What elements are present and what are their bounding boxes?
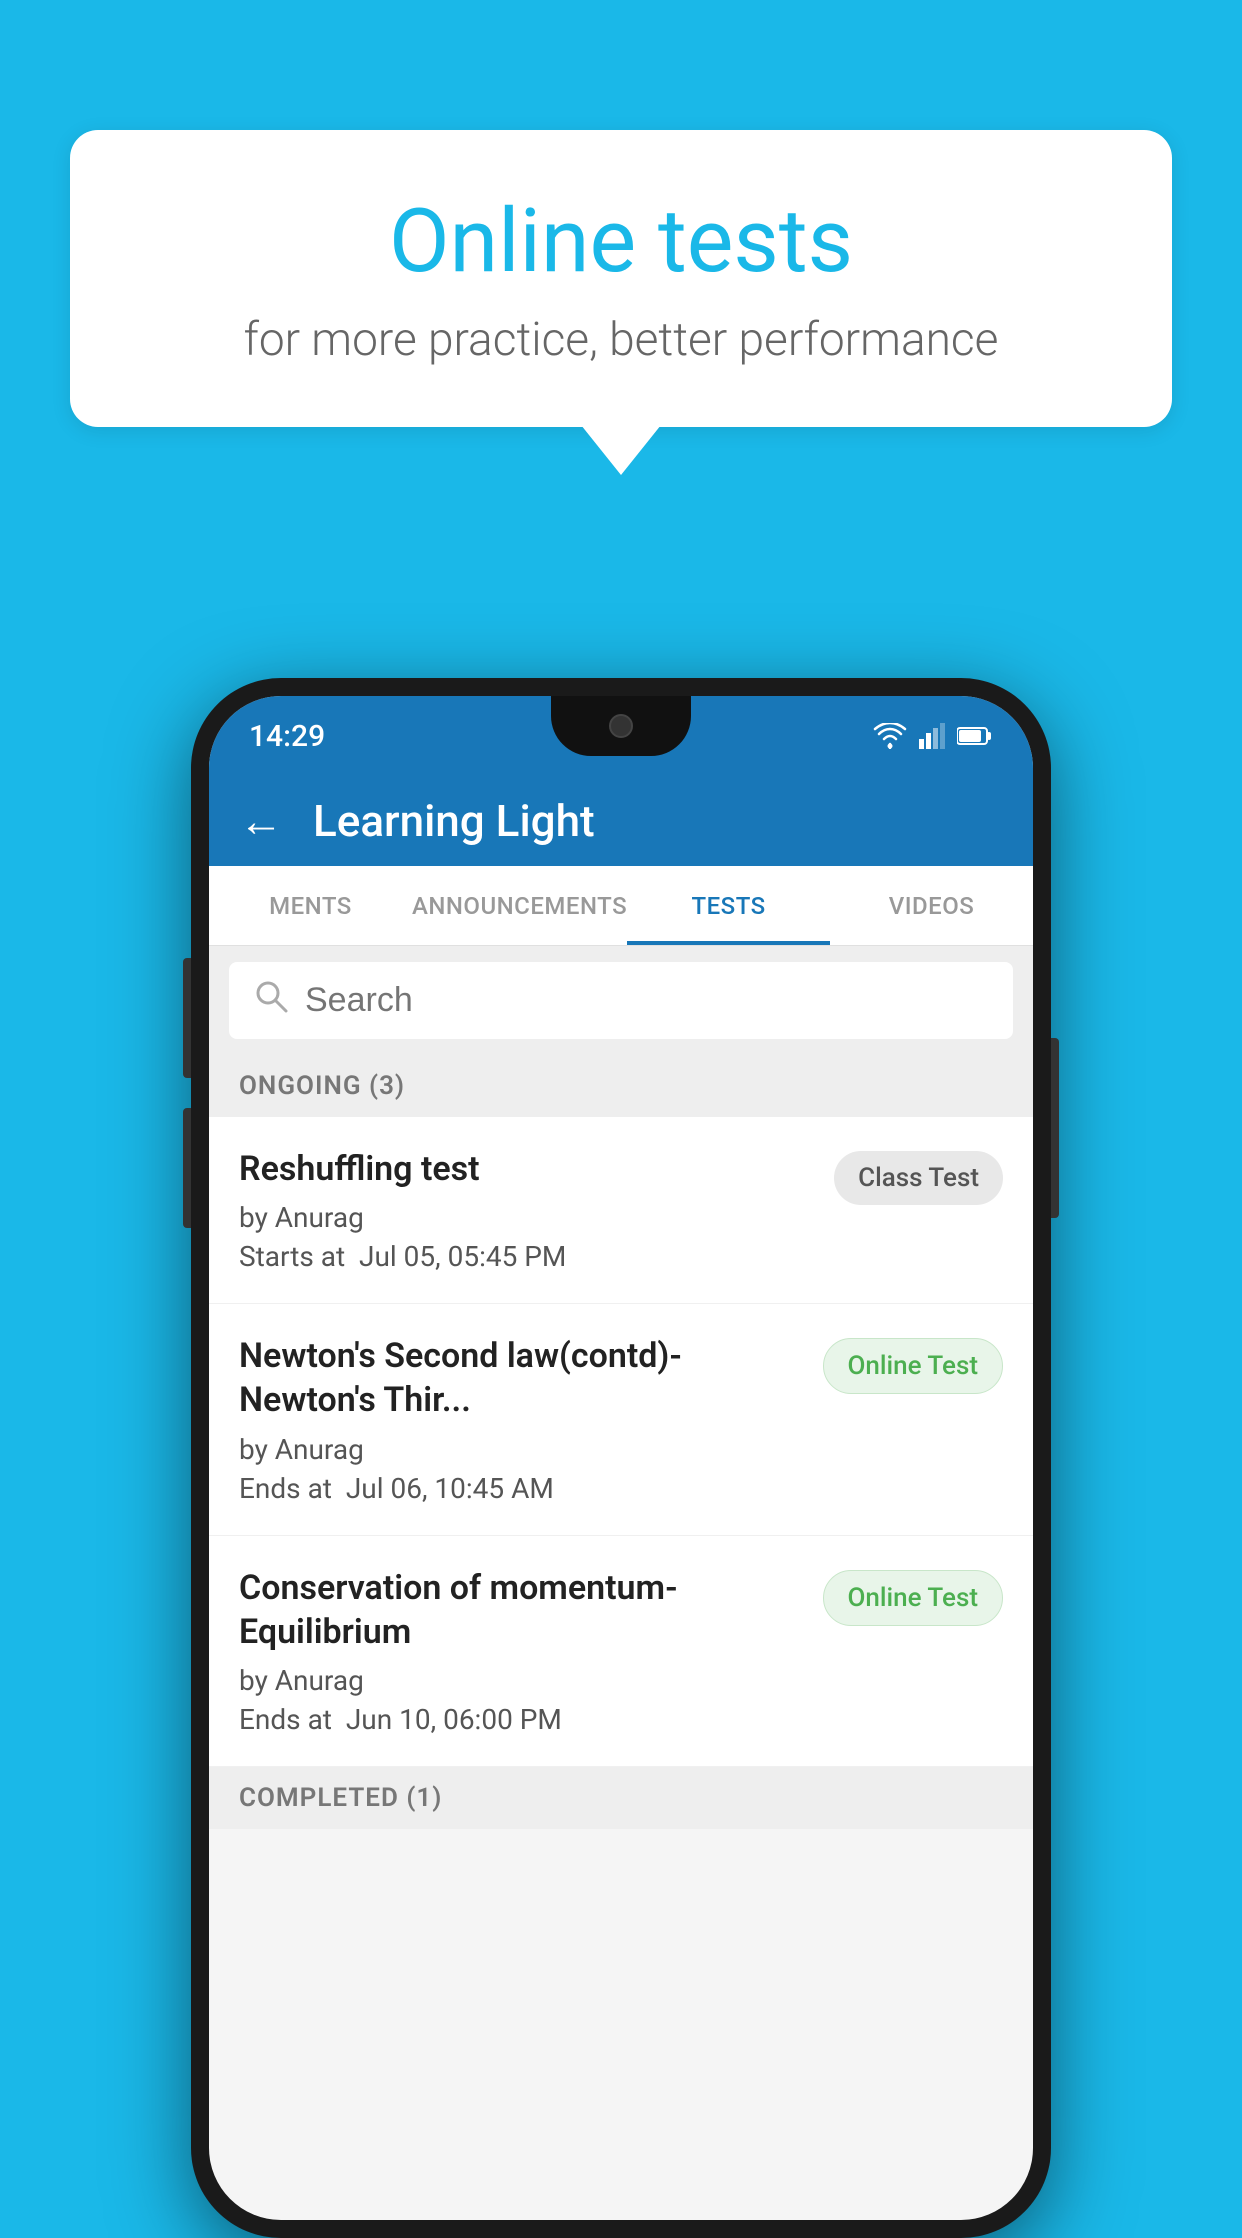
search-input[interactable] bbox=[305, 981, 989, 1020]
search-bar bbox=[229, 962, 1013, 1039]
phone-screen: 14:29 bbox=[209, 696, 1033, 2220]
ongoing-section-header: ONGOING (3) bbox=[209, 1055, 1033, 1117]
power-button[interactable] bbox=[1051, 1038, 1059, 1218]
test-author: by Anurag bbox=[239, 1433, 803, 1466]
tab-videos[interactable]: VIDEOS bbox=[830, 866, 1033, 945]
test-name: Conservation of momentum-Equilibrium bbox=[239, 1566, 803, 1654]
back-button[interactable]: ← bbox=[239, 795, 283, 847]
speech-bubble: Online tests for more practice, better p… bbox=[70, 130, 1172, 427]
ongoing-section-label: ONGOING (3) bbox=[239, 1071, 405, 1101]
tabs-bar: MENTS ANNOUNCEMENTS TESTS VIDEOS bbox=[209, 866, 1033, 946]
volume-down-button[interactable] bbox=[183, 1108, 191, 1228]
test-item[interactable]: Reshuffling test by Anurag Starts at Jul… bbox=[209, 1117, 1033, 1304]
test-badge-class: Class Test bbox=[834, 1151, 1003, 1205]
tab-tests[interactable]: TESTS bbox=[627, 866, 830, 945]
test-info: Newton's Second law(contd)-Newton's Thir… bbox=[239, 1334, 803, 1504]
app-title: Learning Light bbox=[313, 795, 595, 847]
wifi-icon bbox=[873, 723, 907, 749]
test-list: Reshuffling test by Anurag Starts at Jul… bbox=[209, 1117, 1033, 1767]
status-time: 14:29 bbox=[249, 719, 325, 754]
test-info: Conservation of momentum-Equilibrium by … bbox=[239, 1566, 803, 1736]
tab-assignments[interactable]: MENTS bbox=[209, 866, 412, 945]
test-item[interactable]: Newton's Second law(contd)-Newton's Thir… bbox=[209, 1304, 1033, 1535]
front-camera bbox=[609, 714, 633, 738]
status-icons bbox=[873, 723, 993, 749]
search-container bbox=[209, 946, 1033, 1055]
test-name: Newton's Second law(contd)-Newton's Thir… bbox=[239, 1334, 803, 1422]
nav-bar: ← Learning Light bbox=[209, 776, 1033, 866]
test-item[interactable]: Conservation of momentum-Equilibrium by … bbox=[209, 1536, 1033, 1767]
volume-up-button[interactable] bbox=[183, 958, 191, 1078]
test-badge-online: Online Test bbox=[823, 1570, 1004, 1626]
test-time: Ends at Jun 10, 06:00 PM bbox=[239, 1703, 803, 1736]
search-icon bbox=[253, 978, 289, 1023]
phone-notch bbox=[551, 696, 691, 756]
completed-section-header: COMPLETED (1) bbox=[209, 1767, 1033, 1829]
signal-icon bbox=[919, 723, 945, 749]
tab-announcements[interactable]: ANNOUNCEMENTS bbox=[412, 866, 627, 945]
test-author: by Anurag bbox=[239, 1664, 803, 1697]
test-time: Ends at Jul 06, 10:45 AM bbox=[239, 1472, 803, 1505]
promo-section: Online tests for more practice, better p… bbox=[70, 130, 1172, 475]
speech-bubble-arrow bbox=[581, 425, 661, 475]
test-time: Starts at Jul 05, 05:45 PM bbox=[239, 1240, 814, 1273]
test-author: by Anurag bbox=[239, 1201, 814, 1234]
test-name: Reshuffling test bbox=[239, 1147, 814, 1191]
promo-title: Online tests bbox=[150, 190, 1092, 293]
phone-frame: 14:29 bbox=[191, 678, 1051, 2238]
test-badge-online: Online Test bbox=[823, 1338, 1004, 1394]
battery-icon bbox=[957, 726, 993, 746]
completed-section-label: COMPLETED (1) bbox=[239, 1783, 442, 1813]
promo-subtitle: for more practice, better performance bbox=[150, 313, 1092, 367]
test-info: Reshuffling test by Anurag Starts at Jul… bbox=[239, 1147, 814, 1273]
